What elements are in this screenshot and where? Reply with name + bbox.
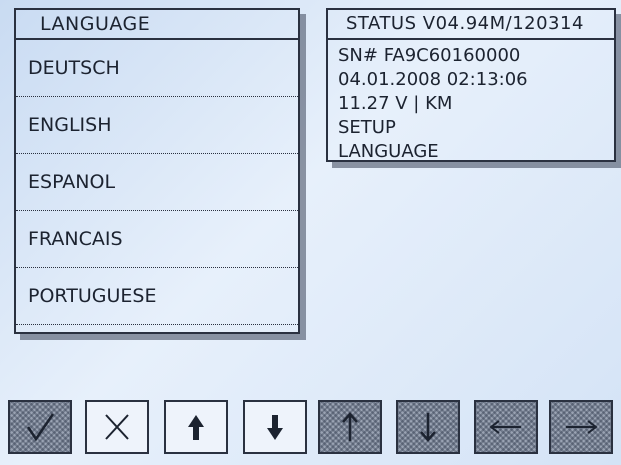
voltage-unit: 11.27 V | KM bbox=[338, 93, 453, 114]
language-item-francais[interactable]: FRANCAIS bbox=[16, 211, 298, 268]
arrow-down-icon bbox=[420, 413, 436, 442]
cancel-button[interactable] bbox=[85, 400, 149, 454]
status-panel: STATUS V04.94M/120314 SN# FA9C60160000 0… bbox=[326, 8, 616, 162]
language-panel: LANGUAGE DEUTSCH ENGLISH ESPANOL FRANCAI… bbox=[14, 8, 300, 334]
down-button[interactable] bbox=[396, 400, 460, 454]
language-item-deutsch[interactable]: DEUTSCH bbox=[16, 40, 298, 97]
up-button[interactable] bbox=[318, 400, 382, 454]
button-bar bbox=[8, 400, 613, 456]
right-button[interactable] bbox=[549, 400, 613, 454]
menu-path-setup: SETUP bbox=[338, 117, 396, 138]
language-panel-title: LANGUAGE bbox=[16, 10, 298, 40]
arrow-up-icon bbox=[342, 412, 358, 441]
language-item-english[interactable]: ENGLISH bbox=[16, 97, 298, 154]
language-item-espanol[interactable]: ESPANOL bbox=[16, 154, 298, 211]
confirm-button[interactable] bbox=[8, 400, 72, 454]
arrow-left-icon bbox=[489, 420, 521, 434]
x-icon bbox=[105, 414, 129, 440]
check-icon bbox=[26, 413, 55, 442]
bold-arrow-up-icon bbox=[188, 415, 204, 440]
date-time: 04.01.2008 02:13:06 bbox=[338, 69, 528, 90]
language-list: DEUTSCH ENGLISH ESPANOL FRANCAIS PORTUGU… bbox=[16, 40, 298, 325]
menu-path-language: LANGUAGE bbox=[338, 141, 439, 162]
language-item-portuguese[interactable]: PORTUGUESE bbox=[16, 268, 298, 325]
page-down-button[interactable] bbox=[243, 400, 307, 454]
bold-arrow-down-icon bbox=[267, 415, 283, 440]
page-up-button[interactable] bbox=[164, 400, 228, 454]
status-panel-title: STATUS V04.94M/120314 bbox=[328, 10, 614, 40]
arrow-right-icon bbox=[566, 420, 598, 434]
status-body: SN# FA9C60160000 04.01.2008 02:13:06 11.… bbox=[328, 40, 614, 164]
serial-number: SN# FA9C60160000 bbox=[338, 45, 521, 66]
left-button[interactable] bbox=[474, 400, 538, 454]
